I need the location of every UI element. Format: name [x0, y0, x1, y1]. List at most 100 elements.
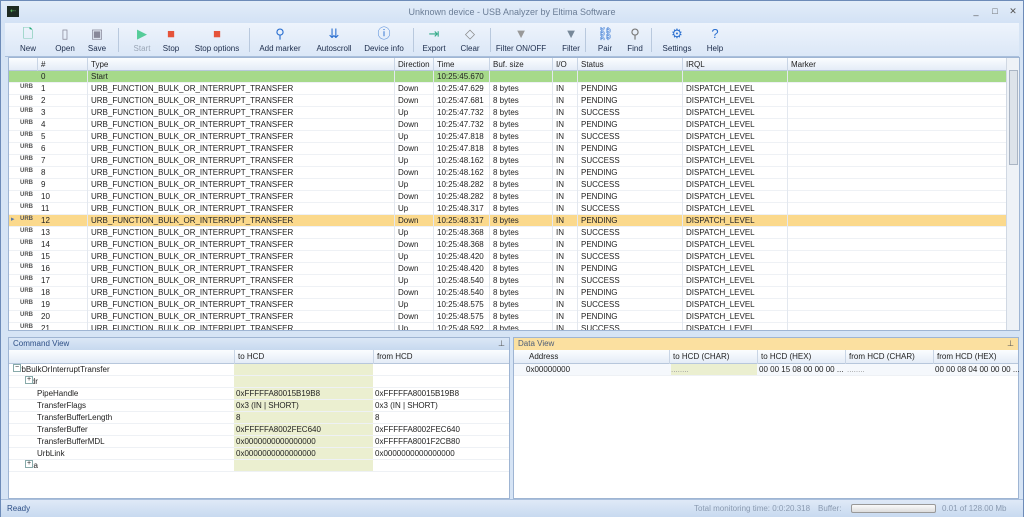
- table-row[interactable]: URB 16 URB_FUNCTION_BULK_OR_INTERRUPT_TRAN…: [9, 263, 1007, 275]
- property-row[interactable]: TransferBufferMDL 0x0000000000000000 0xFFF…: [9, 436, 509, 448]
- cell-time: 10:25:47.818: [434, 143, 490, 155]
- value-to-hcd: 0x0000000000000000: [234, 448, 373, 459]
- col-header-from-hcd-char-[interactable]: from HCD (CHAR): [845, 350, 933, 364]
- table-row[interactable]: 0 Start 10:25:45.670: [9, 71, 1007, 83]
- cell-irql: DISPATCH_LEVEL: [683, 179, 788, 191]
- data-view-panel: Data View ⊥ Address to HCD (CHAR) to HCD (…: [513, 337, 1019, 499]
- toolbar-button-pair[interactable]: ⛓ Pair: [590, 23, 620, 57]
- toolbar-button-open[interactable]: ▯ Open: [45, 23, 85, 57]
- toolbar-button-autoscroll[interactable]: ⇊ Autoscroll: [309, 23, 359, 57]
- toolbar-button-add-marker[interactable]: ⚲ Add marker: [253, 23, 307, 57]
- table-row[interactable]: URB 9 URB_FUNCTION_BULK_OR_INTERRUPT_TRANS…: [9, 179, 1007, 191]
- table-row[interactable]: URB 1 URB_FUNCTION_BULK_OR_INTERRUPT_TRANS…: [9, 83, 1007, 95]
- expand-icon[interactable]: +: [25, 460, 33, 468]
- toolbar-button-filter[interactable]: ▼ Filter: [553, 23, 589, 57]
- col-header-to-hcd-char-[interactable]: to HCD (CHAR): [669, 350, 757, 364]
- table-row[interactable]: URB 20 URB_FUNCTION_BULK_OR_INTERRUPT_TRAN…: [9, 311, 1007, 323]
- col-header-direction[interactable]: Direction: [395, 58, 434, 71]
- toolbar-button-filter-on-off[interactable]: ▼ Filter ON/OFF: [493, 23, 549, 57]
- table-row[interactable]: URB 4 URB_FUNCTION_BULK_OR_INTERRUPT_TRANS…: [9, 119, 1007, 131]
- toolbar-button-help[interactable]: ? Help: [700, 23, 730, 57]
- cell-type: URB_FUNCTION_BULK_OR_INTERRUPT_TRANSFER: [88, 287, 395, 299]
- data-row[interactable]: 0x00000000........ 00 00 15 08 00 00 00 .…: [514, 364, 1019, 376]
- property-name-text: PipeHandle: [37, 389, 79, 398]
- table-row[interactable]: URB 21 URB_FUNCTION_BULK_OR_INTERRUPT_TRAN…: [9, 323, 1007, 330]
- pin-icon[interactable]: ⊥: [498, 339, 505, 348]
- table-row[interactable]: URB 19 URB_FUNCTION_BULK_OR_INTERRUPT_TRAN…: [9, 299, 1007, 311]
- property-row[interactable]: TransferFlags 0x3 (IN | SHORT) 0x3 (IN | S…: [9, 400, 509, 412]
- toolbar-button-start[interactable]: ▶ Start: [125, 23, 159, 57]
- cell-time: 10:25:48.368: [434, 227, 490, 239]
- table-row[interactable]: URB 5 URB_FUNCTION_BULK_OR_INTERRUPT_TRANS…: [9, 131, 1007, 143]
- toolbar-button-export[interactable]: ⇥ Export: [417, 23, 451, 57]
- close-button[interactable]: ✕: [1006, 6, 1020, 17]
- col-header-#[interactable]: #: [38, 58, 88, 71]
- cell-i-o: IN: [553, 239, 578, 251]
- cell-type: URB_FUNCTION_BULK_OR_INTERRUPT_TRANSFER: [88, 83, 395, 95]
- toolbar-button-stop[interactable]: ■ Stop: [155, 23, 187, 57]
- table-row[interactable]: URB 10 URB_FUNCTION_BULK_OR_INTERRUPT_TRAN…: [9, 191, 1007, 203]
- cell-marker: [788, 131, 1007, 143]
- toolbar-button-new[interactable]: 🗋 New: [10, 23, 46, 57]
- cell-buf-size: 8 bytes: [490, 263, 553, 275]
- table-row[interactable]: URB 13 URB_FUNCTION_BULK_OR_INTERRUPT_TRAN…: [9, 227, 1007, 239]
- col-header-status[interactable]: Status: [578, 58, 683, 71]
- col-to-hcd[interactable]: to HCD: [234, 350, 374, 364]
- cell-irql: DISPATCH_LEVEL: [683, 95, 788, 107]
- stop-options-icon: ■: [213, 26, 221, 41]
- toolbar-button-settings[interactable]: ⚙ Settings: [657, 23, 697, 57]
- minimize-button[interactable]: _: [969, 6, 983, 16]
- property-name-text: TransferBufferMDL: [37, 437, 105, 446]
- toolbar-button-clear[interactable]: ◇ Clear: [453, 23, 487, 57]
- table-row[interactable]: URB 15 URB_FUNCTION_BULK_OR_INTERRUPT_TRAN…: [9, 251, 1007, 263]
- col-header-irql[interactable]: IRQL: [683, 58, 788, 71]
- urb-icon: URB: [20, 120, 33, 126]
- data-cell: 00 00 15 08 00 00 00 ...: [759, 365, 844, 374]
- cell-i-o: IN: [553, 311, 578, 323]
- table-row[interactable]: URB 8 URB_FUNCTION_BULK_OR_INTERRUPT_TRANS…: [9, 167, 1007, 179]
- cell-buf-size: [490, 71, 553, 83]
- toolbar-button-device-info[interactable]: ⓘ Device info: [361, 23, 407, 57]
- pin-icon[interactable]: ⊥: [1007, 339, 1014, 348]
- table-row[interactable]: URB 11 URB_FUNCTION_BULK_OR_INTERRUPT_TRAN…: [9, 203, 1007, 215]
- cell-direction: Down: [395, 311, 434, 323]
- toolbar-button-save[interactable]: ▣ Save: [80, 23, 114, 57]
- property-row[interactable]: +Hdr: [9, 376, 509, 388]
- table-row[interactable]: URB 17 URB_FUNCTION_BULK_OR_INTERRUPT_TRAN…: [9, 275, 1007, 287]
- table-row[interactable]: ▸ URB 12 URB_FUNCTION_BULK_OR_INTERRUPT_TRA…: [9, 215, 1007, 227]
- col-header-type[interactable]: Type: [88, 58, 395, 71]
- grid-scrollbar[interactable]: [1006, 58, 1019, 330]
- col-header-i-o[interactable]: I/O: [553, 58, 578, 71]
- col-header-marker[interactable]: Marker: [788, 58, 1007, 71]
- toolbar-button-stop-options[interactable]: ■ Stop options: [188, 23, 246, 57]
- table-row[interactable]: URB 14 URB_FUNCTION_BULK_OR_INTERRUPT_TRAN…: [9, 239, 1007, 251]
- value-to-hcd: 8: [234, 412, 373, 423]
- toolbar-button-find[interactable]: ⚲ Find: [622, 23, 648, 57]
- cell-marker: [788, 323, 1007, 330]
- expand-icon[interactable]: +: [25, 376, 33, 384]
- property-row[interactable]: − UrbBulkOrInterruptTransfer: [9, 364, 509, 376]
- table-row[interactable]: URB 7 URB_FUNCTION_BULK_OR_INTERRUPT_TRANS…: [9, 155, 1007, 167]
- property-row[interactable]: +hca: [9, 460, 509, 472]
- buffer-value: 0.01 of 128.00 Mb: [942, 504, 1007, 513]
- table-row[interactable]: URB 2 URB_FUNCTION_BULK_OR_INTERRUPT_TRANS…: [9, 95, 1007, 107]
- collapse-icon[interactable]: −: [13, 364, 21, 372]
- scroll-thumb[interactable]: [1009, 70, 1018, 165]
- table-row[interactable]: URB 18 URB_FUNCTION_BULK_OR_INTERRUPT_TRAN…: [9, 287, 1007, 299]
- table-row[interactable]: URB 6 URB_FUNCTION_BULK_OR_INTERRUPT_TRANS…: [9, 143, 1007, 155]
- property-row[interactable]: UrbLink 0x0000000000000000 0x0000000000000…: [9, 448, 509, 460]
- property-row[interactable]: PipeHandle 0xFFFFFA80015B19B8 0xFFFFFA8001…: [9, 388, 509, 400]
- col-header-address[interactable]: Address: [514, 350, 669, 364]
- col-from-hcd[interactable]: from HCD: [373, 350, 509, 364]
- col-header-time[interactable]: Time: [434, 58, 490, 71]
- cell-#: 20: [38, 311, 88, 323]
- col-header-to-hcd-hex-[interactable]: to HCD (HEX): [757, 350, 845, 364]
- cell-buf-size: 8 bytes: [490, 227, 553, 239]
- table-row[interactable]: URB 3 URB_FUNCTION_BULK_OR_INTERRUPT_TRANS…: [9, 107, 1007, 119]
- col-header-buf-size[interactable]: Buf. size: [490, 58, 553, 71]
- property-row[interactable]: TransferBuffer 0xFFFFFA8002FEC640 0xFFFFFA…: [9, 424, 509, 436]
- property-row[interactable]: TransferBufferLength 8 8: [9, 412, 509, 424]
- col-header-from-hcd-hex-[interactable]: from HCD (HEX): [933, 350, 1019, 364]
- toolbar-separator: [118, 28, 119, 52]
- maximize-button[interactable]: □: [988, 6, 1002, 16]
